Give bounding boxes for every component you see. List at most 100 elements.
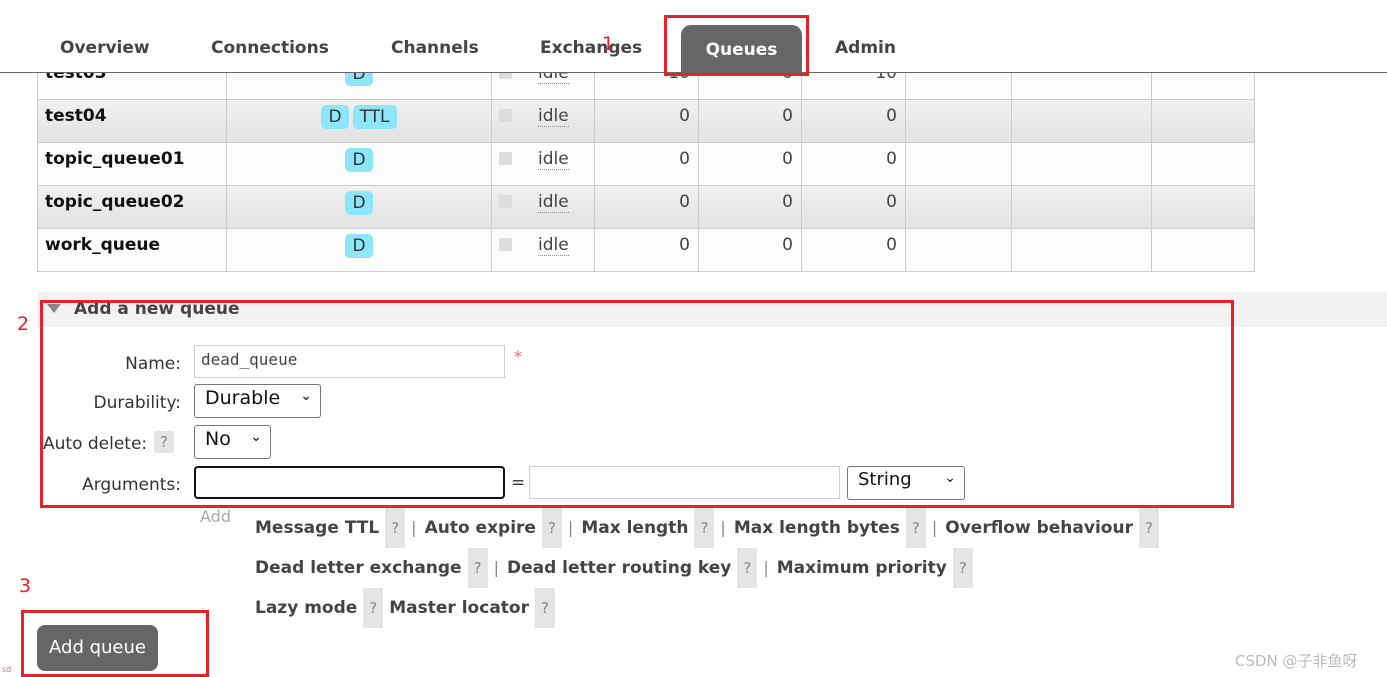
table-cell	[1011, 186, 1151, 229]
state-indicator-icon	[499, 73, 512, 79]
queue-name-link[interactable]: topic_queue02	[45, 192, 184, 212]
table-cell	[1151, 229, 1254, 271]
table-cell	[1011, 73, 1151, 100]
state-text: idle	[538, 106, 569, 127]
table-cell: 0	[698, 100, 801, 143]
argument-shortcut-link[interactable]: Auto expire	[425, 518, 536, 538]
table-cell	[905, 143, 1011, 186]
tab-admin[interactable]: Admin	[835, 38, 896, 58]
help-icon[interactable]: ?	[541, 508, 562, 548]
table-cell: idle	[491, 100, 594, 143]
feature-badge: D	[345, 191, 373, 215]
table-cell	[1151, 73, 1254, 100]
annotation-box-1	[664, 15, 809, 76]
watermark: CSDN @子非鱼呀	[1235, 652, 1358, 670]
table-row[interactable]: topic_queue01 Didle 0 0 0	[38, 142, 1254, 186]
table-cell: topic_queue01	[38, 143, 226, 186]
argument-shortcut-link[interactable]: Lazy mode	[255, 598, 357, 618]
table-cell: idle	[491, 73, 594, 100]
features: D TTL	[227, 100, 491, 129]
total-count: 10	[875, 73, 897, 83]
total-count: 0	[886, 235, 897, 255]
annotation-label-3: 3	[19, 575, 32, 597]
state-text: idle	[538, 192, 569, 213]
state-text: idle	[538, 149, 569, 170]
annotation-box-3	[21, 610, 209, 677]
argument-shortcut-link[interactable]: Max length	[581, 518, 688, 538]
table-cell	[1151, 186, 1254, 229]
state-indicator-icon	[499, 109, 512, 122]
queue-name-link[interactable]: test03	[45, 73, 107, 83]
argument-shortcut-link[interactable]: Message TTL	[255, 518, 379, 538]
total-count: 0	[886, 106, 897, 126]
table-cell	[1151, 100, 1254, 143]
queue-name-link[interactable]: test04	[45, 106, 107, 126]
table-row[interactable]: test03 Didle 10 0 10	[38, 73, 1254, 100]
table-cell: 0	[801, 229, 905, 271]
separator: |	[763, 558, 769, 577]
features: D	[227, 143, 491, 172]
table-cell	[905, 100, 1011, 143]
separator: |	[931, 518, 938, 537]
help-icon[interactable]: ?	[952, 548, 973, 588]
unacked-count: 0	[782, 192, 793, 212]
table-cell	[905, 229, 1011, 271]
feature-badge: D	[345, 73, 373, 86]
table-cell	[1151, 143, 1254, 186]
argument-shortcuts: Message TTL? | Auto expire? | Max length? | Ma…	[255, 508, 1335, 628]
table-cell: 0	[801, 100, 905, 143]
help-icon[interactable]: ?	[534, 588, 555, 628]
state-text: idle	[538, 235, 569, 256]
table-cell: test03	[38, 73, 226, 100]
table-cell: 0	[801, 186, 905, 229]
table-cell: 0	[801, 143, 905, 186]
help-icon[interactable]: ?	[467, 548, 488, 588]
help-icon[interactable]: ?	[385, 508, 406, 548]
argument-shortcut-link[interactable]: Dead letter exchange	[255, 558, 462, 578]
argument-shortcut-link[interactable]: Maximum priority	[777, 558, 947, 578]
table-cell: topic_queue02	[38, 186, 226, 229]
feature-badge: TTL	[352, 105, 397, 129]
annotation-label-2: 2	[17, 313, 30, 335]
ready-count: 0	[679, 192, 690, 212]
table-cell: 0	[698, 186, 801, 229]
ready-count: 0	[679, 106, 690, 126]
tab-exchanges[interactable]: Exchanges	[540, 38, 642, 58]
state-indicator-icon	[499, 152, 512, 165]
annotation-box-2	[40, 300, 1234, 508]
queue-name-link[interactable]: work_queue	[45, 235, 160, 255]
table-cell	[905, 73, 1011, 100]
features: D	[227, 73, 491, 86]
argument-shortcut-link[interactable]: Max length bytes	[734, 518, 900, 538]
argument-shortcut-link[interactable]: Master locator	[389, 598, 529, 618]
table-cell: 0	[594, 100, 698, 143]
table-cell	[905, 186, 1011, 229]
argument-shortcut-link[interactable]: Overflow behaviour	[945, 518, 1133, 538]
unacked-count: 0	[782, 149, 793, 169]
table-row[interactable]: work_queue Didle 0 0 0	[38, 228, 1254, 271]
table-cell: 0	[594, 229, 698, 271]
table-cell	[1011, 143, 1151, 186]
tab-overview[interactable]: Overview	[60, 38, 150, 58]
table-cell: D TTL	[226, 100, 491, 143]
ready-count: 0	[679, 149, 690, 169]
table-row[interactable]: topic_queue02 Didle 0 0 0	[38, 185, 1254, 229]
help-icon[interactable]: ?	[1138, 508, 1159, 548]
tab-connections[interactable]: Connections	[211, 38, 329, 58]
help-icon[interactable]: ?	[363, 588, 384, 628]
table-cell: 10	[594, 73, 698, 100]
queue-name-link[interactable]: topic_queue01	[45, 149, 184, 169]
table-cell: 0	[698, 229, 801, 271]
help-icon[interactable]: ?	[737, 548, 758, 588]
tab-channels[interactable]: Channels	[391, 38, 479, 58]
table-cell: test04	[38, 100, 226, 143]
features: D	[227, 229, 491, 258]
table-cell: 0	[698, 143, 801, 186]
help-icon[interactable]: ?	[905, 508, 926, 548]
table-row[interactable]: test04 D TTL idle 0 0 0	[38, 99, 1254, 143]
argument-shortcut-link[interactable]: Dead letter routing key	[507, 558, 731, 578]
state-text: idle	[538, 73, 569, 84]
table-cell: idle	[491, 186, 594, 229]
help-icon[interactable]: ?	[694, 508, 715, 548]
table-cell: 10	[801, 73, 905, 100]
